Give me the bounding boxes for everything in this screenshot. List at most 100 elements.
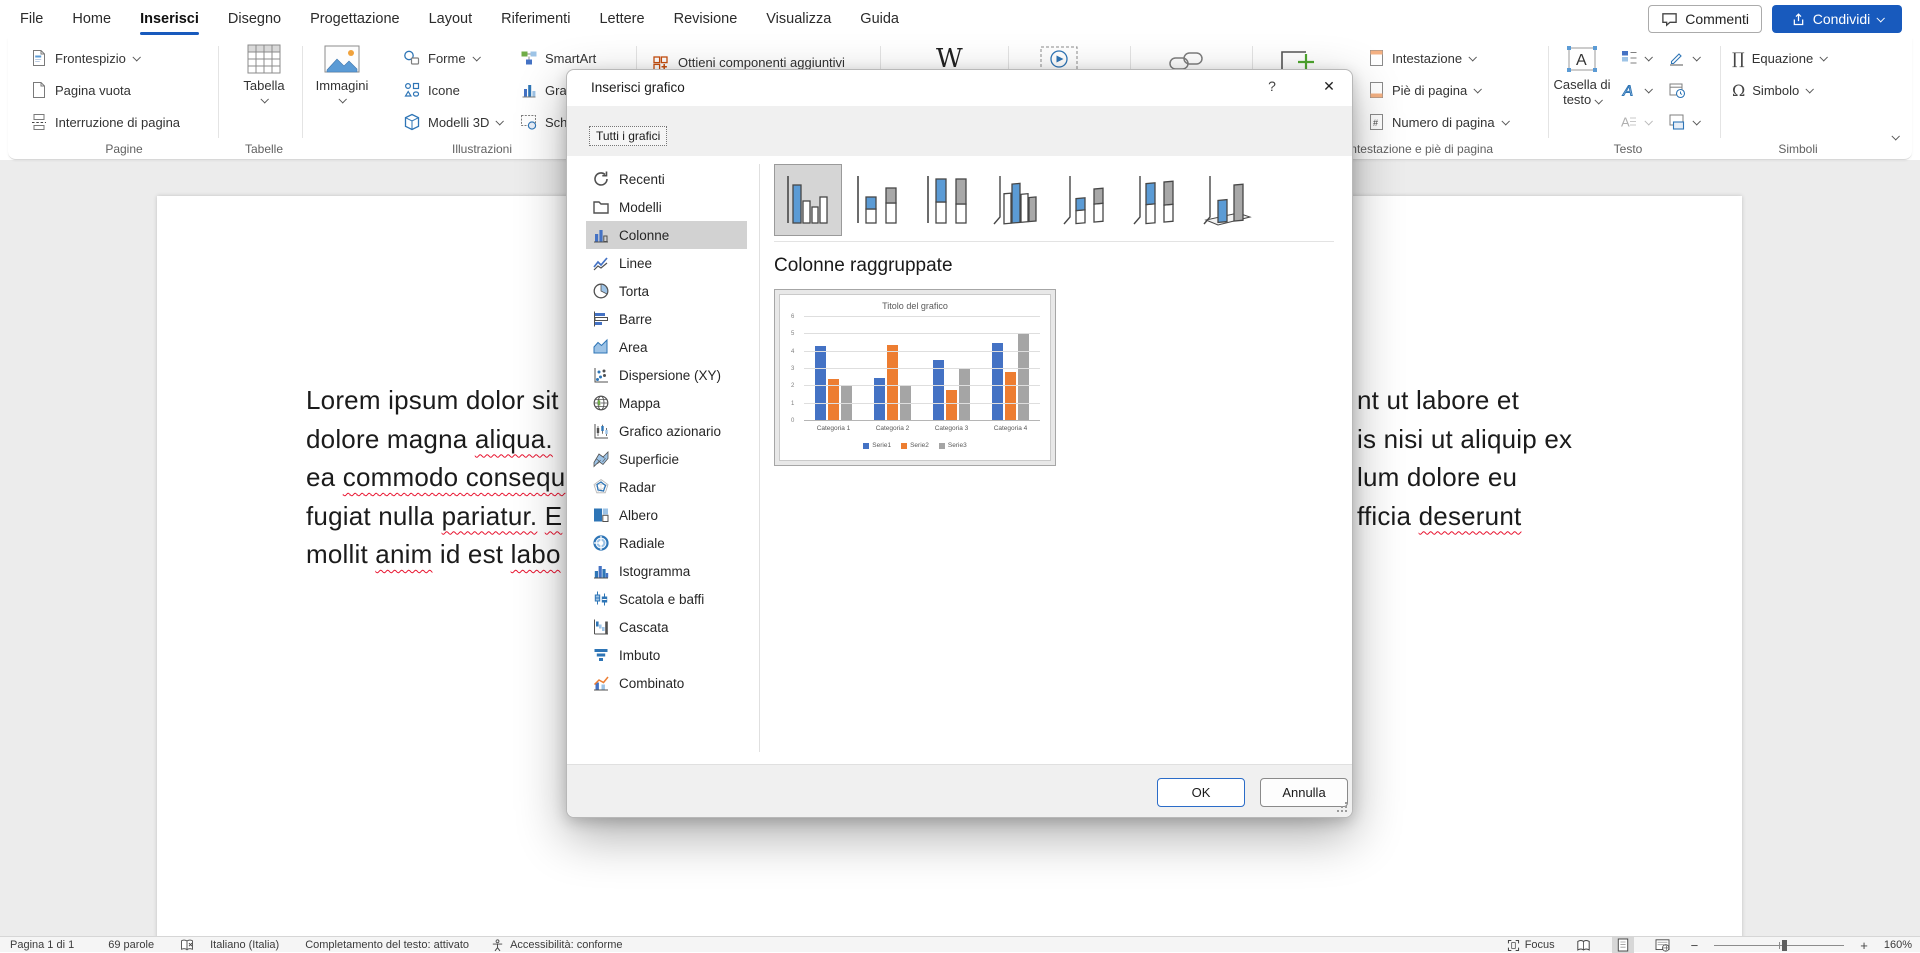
- screenshot-button[interactable]: Sch: [520, 108, 567, 136]
- read-mode-button[interactable]: [1571, 937, 1596, 953]
- menu-guida[interactable]: Guida: [860, 11, 899, 27]
- tab-all-charts[interactable]: Tutti i grafici: [589, 126, 667, 146]
- menu-home[interactable]: Home: [72, 11, 111, 27]
- accessibility-icon[interactable]: [491, 939, 504, 952]
- ribbon-pagina-vuota-button[interactable]: Pagina vuota: [30, 76, 131, 104]
- chart-category-radar[interactable]: Radar: [586, 473, 747, 501]
- zoom-out-button[interactable]: −: [1691, 938, 1699, 953]
- subtype-stacked-100-column-3d[interactable]: [1124, 164, 1192, 236]
- title-menu-bar: File Home Inserisci Disegno Progettazione Lay…: [0, 0, 1920, 38]
- chevron-down-icon: [1806, 85, 1814, 93]
- subtype-clustered-column[interactable]: [774, 164, 842, 236]
- table-button[interactable]: Tabella: [234, 44, 294, 103]
- menu-revisione[interactable]: Revisione: [674, 11, 738, 27]
- menu-inserisci[interactable]: Inserisci: [140, 11, 199, 27]
- chart-category-list: RecentiModelliColonneLineeTortaBarreArea…: [586, 165, 747, 697]
- text-box-button[interactable]: A Casella ditesto: [1553, 44, 1611, 108]
- word-count[interactable]: 69 parole: [108, 939, 154, 951]
- zoom-level[interactable]: 160%: [1884, 939, 1912, 951]
- subtype-stacked-column[interactable]: [844, 164, 912, 236]
- text-completion-status[interactable]: Completamento del testo: attivato: [305, 939, 469, 951]
- gridline: [804, 351, 1040, 352]
- menu-progettazione[interactable]: Progettazione: [310, 11, 399, 27]
- chevron-down-icon: [1692, 53, 1700, 61]
- zoom-slider[interactable]: [1714, 945, 1844, 946]
- chart-category-recenti[interactable]: Recenti: [586, 165, 747, 193]
- menu-lettere[interactable]: Lettere: [599, 11, 644, 27]
- subtype-underline: [774, 241, 1334, 242]
- menu-disegno[interactable]: Disegno: [228, 11, 281, 27]
- chart-category-area[interactable]: Area: [586, 333, 747, 361]
- focus-button[interactable]: Focus: [1507, 939, 1555, 952]
- chart-category-dispersione[interactable]: Dispersione (XY): [586, 361, 747, 389]
- smartart-button[interactable]: SmartArt: [520, 44, 596, 72]
- chart-category-superficie[interactable]: Superficie: [586, 445, 747, 473]
- chart-category-scatola[interactable]: Scatola e baffi: [586, 585, 747, 613]
- comments-button[interactable]: Commenti: [1648, 5, 1762, 33]
- page-count[interactable]: Pagina 1 di 1: [10, 939, 74, 951]
- share-button[interactable]: Condividi: [1772, 5, 1902, 33]
- chart-category-colonne[interactable]: Colonne: [586, 221, 747, 249]
- chart-category-radiale[interactable]: Radiale: [586, 529, 747, 557]
- language-status[interactable]: Italiano (Italia): [210, 939, 279, 951]
- shapes-button[interactable]: Forme: [403, 44, 479, 72]
- header-footer-group-label: Intestazione e piè di pagina: [1347, 142, 1493, 156]
- page-number-button[interactable]: # Numero di pagina: [1368, 108, 1508, 136]
- date-time-button[interactable]: [1668, 76, 1686, 104]
- equation-button[interactable]: ∏ Equazione: [1732, 44, 1826, 72]
- subtype-stacked-column-3d[interactable]: [1054, 164, 1122, 236]
- shapes-icon: [403, 49, 421, 67]
- menu-visualizza[interactable]: Visualizza: [766, 11, 831, 27]
- close-button[interactable]: ✕: [1317, 78, 1341, 95]
- wordart-button[interactable]: A: [1620, 76, 1651, 104]
- subtype-clustered-column-3d[interactable]: [984, 164, 1052, 236]
- category-label: Radiale: [619, 536, 665, 551]
- chart-category-combinato[interactable]: Combinato: [586, 669, 747, 697]
- chart-preview-frame[interactable]: Titolo del grafico 0123456 Categoria 1Ca…: [774, 289, 1056, 466]
- menu-file[interactable]: File: [20, 11, 43, 27]
- signature-line-button[interactable]: [1668, 44, 1699, 72]
- 3d-models-button[interactable]: Modelli 3D: [403, 108, 502, 136]
- web-layout-button[interactable]: [1650, 937, 1675, 953]
- quick-parts-button[interactable]: [1620, 44, 1651, 72]
- subtype-column-3d[interactable]: [1194, 164, 1262, 236]
- menu-riferimenti[interactable]: Riferimenti: [501, 11, 570, 27]
- category-label: Grafico azionario: [619, 424, 721, 439]
- icons-button[interactable]: Icone: [403, 76, 460, 104]
- print-layout-button[interactable]: [1612, 937, 1634, 953]
- drop-cap-button[interactable]: A: [1620, 108, 1651, 136]
- chart-category-torta[interactable]: Torta: [586, 277, 747, 305]
- ribbon-frontespizio-button[interactable]: Frontespizio: [30, 44, 139, 72]
- zoom-in-button[interactable]: +: [1860, 938, 1868, 953]
- symbol-button[interactable]: Ω Simbolo: [1732, 76, 1812, 104]
- help-button[interactable]: ?: [1261, 78, 1283, 94]
- proofing-icon[interactable]: [180, 938, 194, 952]
- chart-category-azionario[interactable]: Grafico azionario: [586, 417, 747, 445]
- signature-icon: [1668, 49, 1686, 67]
- object-button[interactable]: [1668, 108, 1699, 136]
- chart-category-linee[interactable]: Linee: [586, 249, 747, 277]
- chart-category-cascata[interactable]: Cascata: [586, 613, 747, 641]
- chart-category-albero[interactable]: Albero: [586, 501, 747, 529]
- collapse-ribbon-chevron[interactable]: [1891, 132, 1899, 140]
- dialog-titlebar[interactable]: Inserisci grafico ? ✕: [567, 70, 1352, 106]
- resize-grip[interactable]: [1336, 801, 1348, 813]
- accessibility-status[interactable]: Accessibilità: conforme: [510, 939, 623, 951]
- chart-category-modelli[interactable]: Modelli: [586, 193, 747, 221]
- chart-category-imbuto[interactable]: Imbuto: [586, 641, 747, 669]
- menu-layout[interactable]: Layout: [429, 11, 473, 27]
- chart-category-istogramma[interactable]: Istogramma: [586, 557, 747, 585]
- chart-button[interactable]: Gra: [520, 76, 567, 104]
- footer-button[interactable]: Piè di pagina: [1368, 76, 1480, 104]
- ribbon-interruzione-button[interactable]: Interruzione di pagina: [30, 108, 180, 136]
- header-button[interactable]: Intestazione: [1368, 44, 1475, 72]
- pictures-button[interactable]: Immagini: [312, 44, 372, 103]
- ok-button[interactable]: OK: [1157, 778, 1245, 807]
- chart-category-mappa[interactable]: Mappa: [586, 389, 747, 417]
- chevron-down-icon: [1594, 96, 1602, 104]
- chart-category-barre[interactable]: Barre: [586, 305, 747, 333]
- zoom-percentage[interactable]: 160%: [1884, 939, 1912, 951]
- zoom-slider-thumb[interactable]: [1782, 940, 1787, 951]
- cancel-button[interactable]: Annulla: [1260, 778, 1348, 807]
- subtype-stacked-100-column[interactable]: [914, 164, 982, 236]
